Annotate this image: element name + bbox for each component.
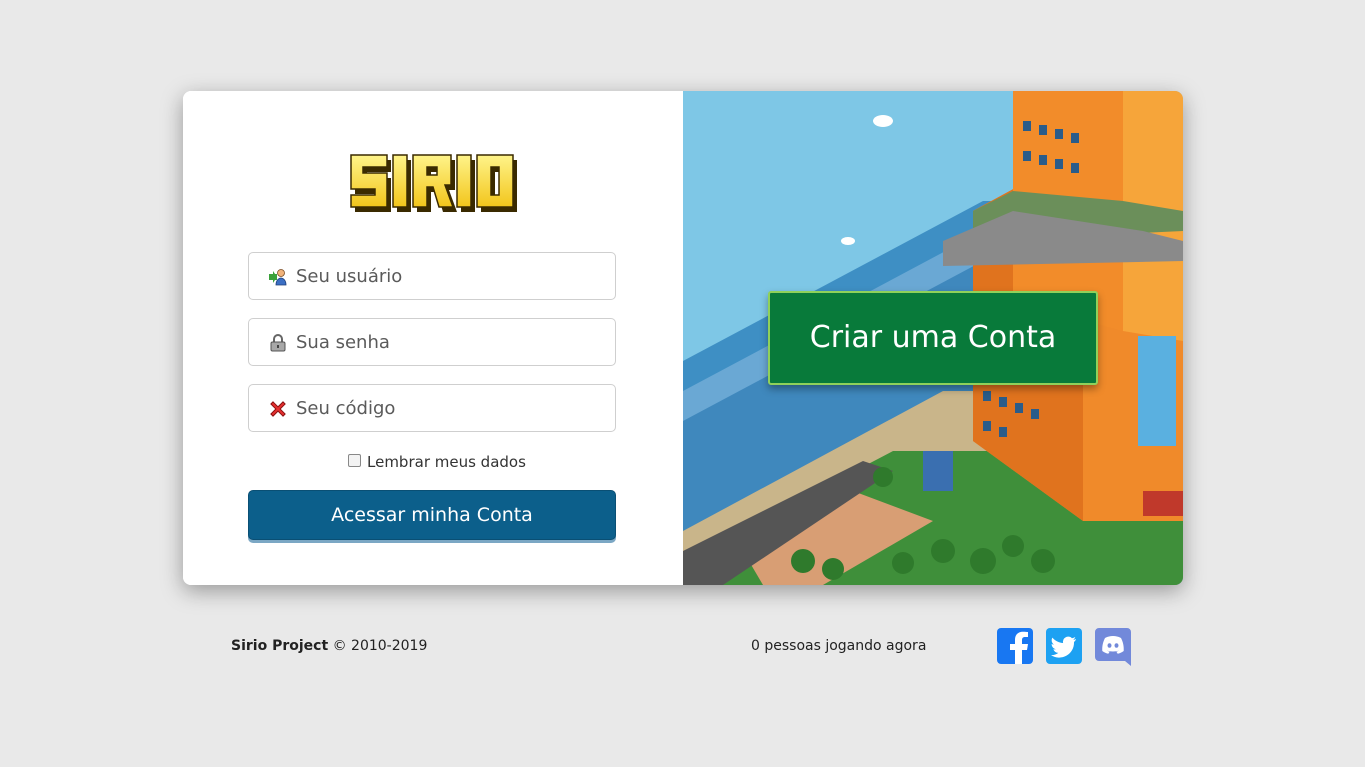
- footer-copyright: Sirio Project © 2010-2019: [231, 638, 427, 654]
- lock-icon: [270, 334, 286, 352]
- username-input[interactable]: [296, 253, 596, 299]
- user-icon: [269, 269, 287, 286]
- code-input[interactable]: [296, 385, 596, 431]
- twitter-icon[interactable]: [1045, 626, 1083, 666]
- remember-me[interactable]: Lembrar meus dados: [348, 453, 526, 471]
- code-field[interactable]: [248, 384, 616, 432]
- hotel-banner: Criar uma Conta: [683, 91, 1183, 585]
- facebook-icon[interactable]: [996, 626, 1034, 666]
- create-account-button[interactable]: Criar uma Conta: [768, 291, 1098, 385]
- remember-checkbox[interactable]: [348, 453, 361, 467]
- sirio-logo: [350, 154, 517, 212]
- login-card: Lembrar meus dados Acessar minha Conta: [183, 91, 1183, 585]
- online-count: 0 pessoas jogando agora: [751, 638, 927, 654]
- remember-label: Lembrar meus dados: [367, 453, 526, 471]
- password-field[interactable]: [248, 318, 616, 366]
- username-field[interactable]: [248, 252, 616, 300]
- footer-brand: Sirio Project: [231, 638, 329, 654]
- close-icon: [270, 401, 286, 417]
- login-button[interactable]: Acessar minha Conta: [248, 490, 616, 540]
- discord-icon[interactable]: [1094, 626, 1132, 666]
- footer-years: © 2010-2019: [328, 638, 428, 654]
- login-panel: Lembrar meus dados Acessar minha Conta: [183, 91, 683, 585]
- password-input[interactable]: [296, 319, 596, 365]
